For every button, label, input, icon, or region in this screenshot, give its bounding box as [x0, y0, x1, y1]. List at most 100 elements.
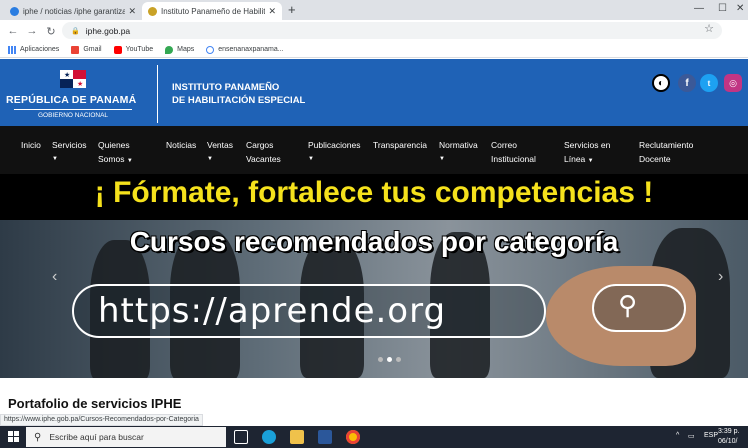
nav-label-line2: Institucional [491, 154, 536, 164]
bookmark-youtube[interactable]: YouTube [113, 45, 154, 54]
institute-name-line1: INSTITUTO PANAMEÑO [172, 82, 280, 93]
twitter-icon[interactable]: t [700, 74, 718, 92]
site-header: ★ ★ REPÚBLICA DE PANAMÁ GOBIERNO NACIONAL… [0, 59, 748, 126]
task-view-icon[interactable] [234, 430, 248, 444]
search-icon: ⚲ [34, 431, 42, 443]
chrome-icon[interactable] [346, 430, 360, 444]
accessibility-icon[interactable]: ◐ [652, 74, 670, 92]
bookmark-star-icon[interactable]: ☆ [704, 22, 714, 35]
bookmark-gmail[interactable]: Gmail [71, 45, 102, 54]
bookmark-label: Aplicaciones [20, 46, 60, 53]
new-tab-button[interactable]: + [288, 2, 296, 17]
nav-label: Normativa [439, 140, 478, 150]
hero-carousel[interactable]: ¡ Fórmate, fortalece tus competencias ! … [0, 174, 748, 378]
browser-tab-active[interactable]: Instituto Panameño de Habilitació ✕ [142, 2, 282, 20]
carousel-dot-active[interactable] [387, 357, 392, 362]
apps-grid-icon [8, 45, 16, 54]
word-icon[interactable] [318, 430, 332, 444]
browser-toolbar: ← → ↻ 🔒 iphe.gob.pa ☆ [0, 20, 748, 42]
taskbar-clock[interactable]: 3:39 p. 06/10/ [718, 427, 739, 447]
government-label: GOBIERNO NACIONAL [14, 109, 132, 120]
nav-item-inicio[interactable]: Inicio [21, 138, 41, 152]
hero-url-pill: https://aprende.org [72, 284, 546, 338]
gmail-icon [71, 45, 80, 54]
facebook-icon[interactable]: f [678, 74, 696, 92]
close-tab-icon[interactable]: ✕ [268, 6, 276, 17]
nav-label: Correo [491, 140, 517, 150]
maximize-icon[interactable]: ☐ [718, 3, 727, 14]
bookmark-label: YouTube [125, 46, 154, 53]
browser-tab[interactable]: iphe / noticias /iphe garantiza e ✕ [4, 2, 142, 20]
nav-item-noticias[interactable]: Noticias [166, 138, 196, 152]
nav-label: Transparencia [373, 140, 428, 150]
bookmarks-bar: Aplicaciones Gmail YouTube Maps ensenana… [0, 42, 748, 58]
close-tab-icon[interactable]: ✕ [128, 6, 136, 17]
nav-label: Noticias [166, 140, 197, 150]
windows-taskbar: ⚲ Escribe aquí para buscar ^ ▭ ESP 3:39 … [0, 426, 748, 448]
nav-item-servicios[interactable]: Servicios ▼ [52, 138, 86, 166]
taskbar-search-box[interactable]: ⚲ Escribe aquí para buscar [26, 427, 226, 447]
nav-item-normativa[interactable]: Normativa ▼ [439, 138, 478, 166]
tab-title: Instituto Panameño de Habilitació [161, 6, 266, 16]
panama-flag-logo: ★ ★ [60, 70, 86, 88]
carousel-next-icon[interactable]: › [718, 268, 723, 286]
reload-icon[interactable]: ↻ [45, 25, 57, 38]
nav-item-publicaciones[interactable]: Publicaciones ▼ [308, 138, 360, 166]
nav-label: Servicios en [564, 140, 611, 150]
bookmark-label: ensenanaxpanama... [218, 46, 284, 53]
nav-label-line2: Vacantes [246, 154, 281, 164]
nav-label: Cargos [246, 140, 274, 150]
carousel-indicators [378, 357, 401, 362]
nav-item-servicios-en-linea[interactable]: Servicios en Línea ▼ [564, 138, 610, 168]
carousel-dot[interactable] [396, 357, 401, 362]
language-indicator[interactable]: ESP [704, 432, 718, 439]
clock-date: 06/10/ [718, 438, 738, 445]
bookmark-maps[interactable]: Maps [165, 45, 195, 54]
carousel-dot[interactable] [378, 357, 383, 362]
nav-label: Publicaciones [308, 140, 361, 150]
bookmark-apps[interactable]: Aplicaciones [8, 45, 60, 54]
tray-chevron-up-icon[interactable]: ^ [676, 432, 679, 439]
maps-icon [165, 45, 174, 54]
main-nav: Inicio Servicios ▼ Quienes Somos ▼ Notic… [0, 126, 748, 174]
iphe-favicon-icon [10, 6, 19, 16]
back-icon[interactable]: ← [7, 25, 19, 37]
nav-item-correo-institucional[interactable]: Correo Institucional [491, 138, 536, 166]
status-bar-url: https://www.iphe.gob.pa/Cursos-Recomenda… [0, 414, 203, 426]
file-explorer-icon[interactable] [290, 430, 304, 444]
instagram-icon[interactable]: ◎ [724, 74, 742, 92]
bookmark-label: Gmail [83, 46, 102, 53]
chevron-down-icon: ▼ [308, 156, 314, 162]
nav-item-cargos-vacantes[interactable]: Cargos Vacantes [246, 138, 281, 166]
edge-icon[interactable] [262, 430, 276, 444]
hero-headline: ¡ Fórmate, fortalece tus competencias ! [94, 176, 654, 209]
bookmark-ensenanaxpanama[interactable]: ensenanaxpanama... [206, 45, 284, 54]
clock-time: 3:39 p. [718, 428, 740, 435]
google-icon [206, 45, 215, 54]
address-text: iphe.gob.pa [85, 25, 131, 36]
hero-url: https://aprende.org [98, 291, 447, 331]
nav-label-line2: Línea [564, 154, 586, 164]
nav-item-ventas[interactable]: Ventas ▼ [207, 138, 233, 166]
nav-item-transparencia[interactable]: Transparencia [373, 138, 427, 152]
carousel-prev-icon[interactable]: ‹ [52, 268, 57, 286]
bookmark-label: Maps [177, 46, 195, 53]
browser-tab-strip: iphe / noticias /iphe garantiza e ✕ Inst… [0, 0, 748, 20]
nav-label: Quienes [98, 140, 130, 150]
minimize-icon[interactable]: — [694, 3, 704, 14]
nav-item-quienes-somos[interactable]: Quienes Somos ▼ [98, 138, 133, 168]
magnifier-icon: ⚲ [618, 290, 638, 320]
windows-start-icon[interactable] [8, 431, 20, 443]
close-window-icon[interactable]: ✕ [736, 3, 744, 14]
hero-subtitle: Cursos recomendados por categoría [129, 226, 619, 257]
network-icon[interactable]: ▭ [688, 432, 695, 440]
chevron-down-icon: ▼ [207, 156, 213, 162]
nav-label: Servicios [52, 140, 87, 150]
hero-search-graphic [592, 284, 686, 332]
forward-icon[interactable]: → [26, 25, 38, 37]
chevron-down-icon: ▼ [52, 156, 58, 162]
institute-name-line2: DE HABILITACIÓN ESPECIAL [172, 95, 306, 106]
lock-icon: 🔒 [71, 27, 80, 35]
nav-item-reclutamiento-docente[interactable]: Reclutamiento Docente [639, 138, 693, 166]
address-bar[interactable]: 🔒 iphe.gob.pa ☆ [62, 22, 722, 39]
